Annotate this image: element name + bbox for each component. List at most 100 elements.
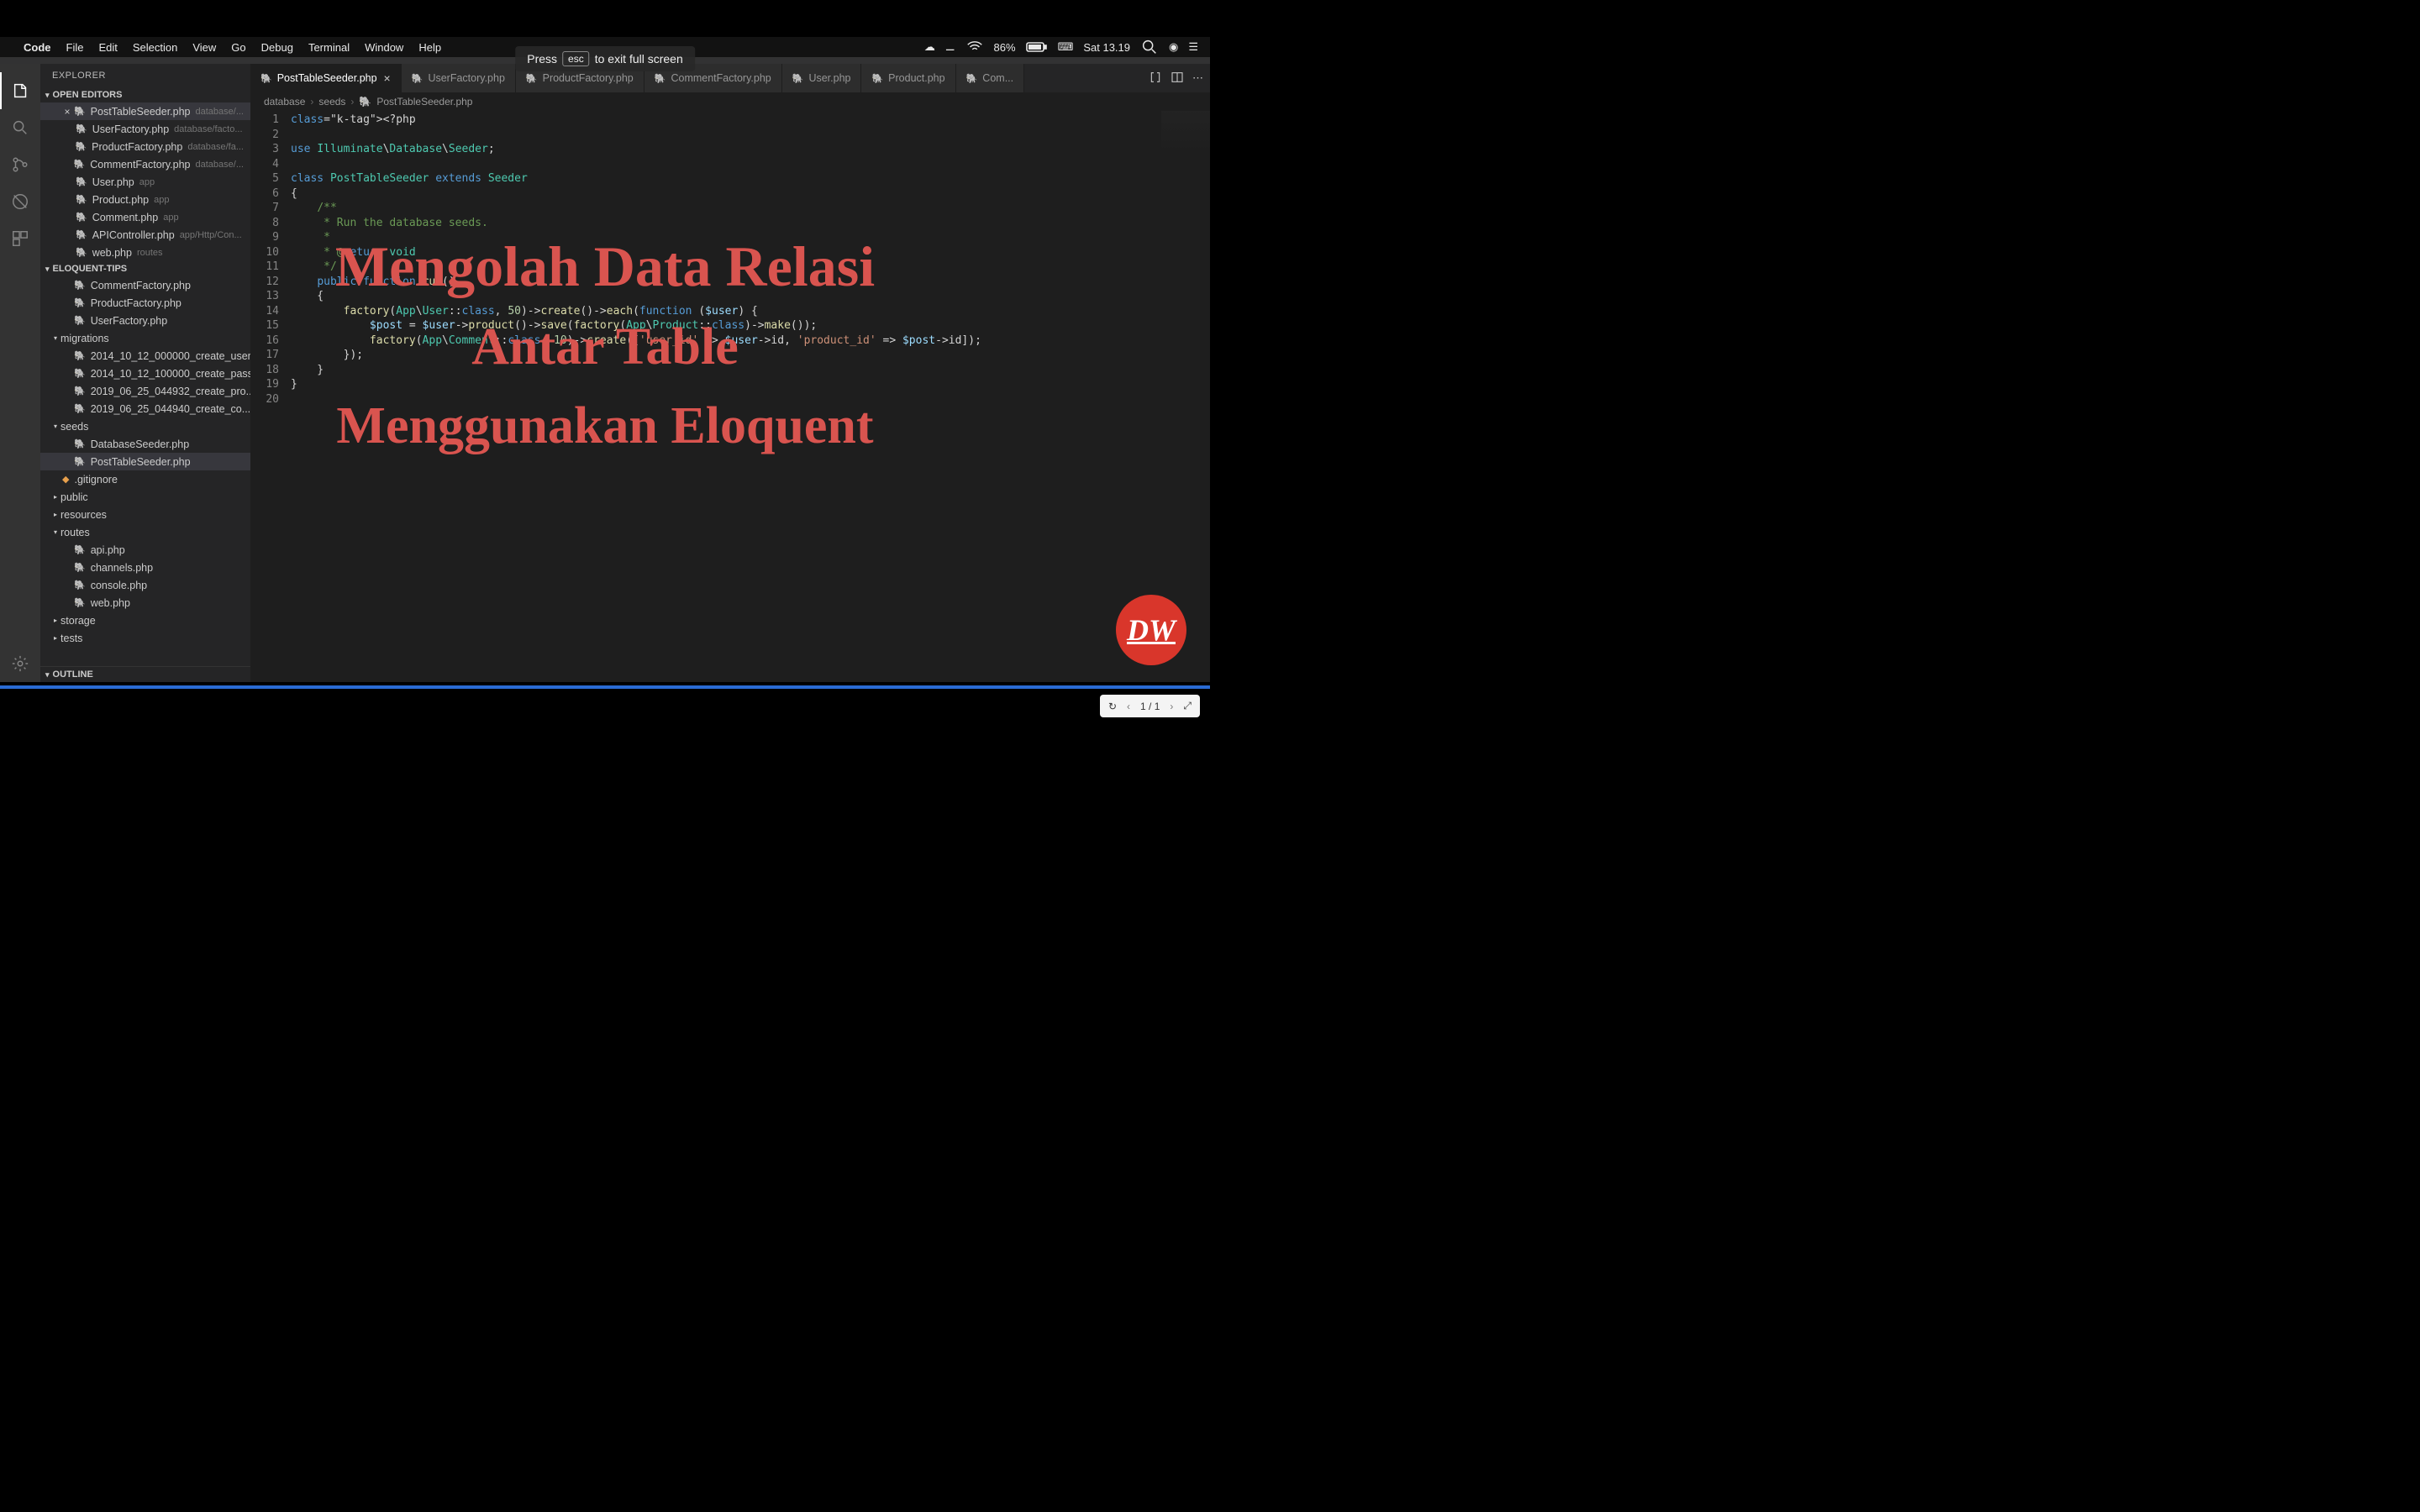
breadcrumb[interactable]: database› seeds› 🐘 PostTableSeeder.php (250, 92, 1210, 111)
crumb-2[interactable]: PostTableSeeder.php (376, 96, 472, 108)
explorer-sidebar: EXPLORER OPEN EDITORS ×🐘PostTableSeeder.… (40, 64, 250, 682)
menu-view[interactable]: View (192, 41, 216, 54)
watermark-badge: DW (1116, 595, 1186, 665)
activity-debug[interactable] (0, 183, 40, 220)
file-item[interactable]: ◆.gitignore (40, 470, 250, 488)
siri-icon[interactable]: ◉ (1169, 40, 1178, 54)
next-page-icon[interactable]: › (1170, 701, 1173, 712)
activity-explorer[interactable] (0, 72, 40, 109)
more-icon[interactable]: ⋯ (1192, 71, 1203, 85)
battery-icon (1026, 41, 1048, 53)
editor-tab[interactable]: 🐘User.php (782, 64, 862, 92)
file-item[interactable]: 🐘2014_10_12_000000_create_user... (40, 347, 250, 365)
open-editor-item[interactable]: 🐘User.phpapp (40, 173, 250, 191)
code-content[interactable]: class="k-tag"><?phpuse Illuminate\Databa… (291, 111, 1210, 682)
file-item[interactable]: 🐘2019_06_25_044932_create_pro... (40, 382, 250, 400)
activity-search[interactable] (0, 109, 40, 146)
file-item[interactable]: 🐘channels.php (40, 559, 250, 576)
folder-item[interactable]: resources (40, 506, 250, 523)
tab-label: CommentFactory.php (671, 72, 771, 84)
open-editor-item[interactable]: 🐘Product.phpapp (40, 191, 250, 208)
file-item[interactable]: 🐘api.php (40, 541, 250, 559)
close-tab-icon[interactable]: × (384, 71, 391, 85)
file-item[interactable]: 🐘web.php (40, 594, 250, 612)
split-editor-icon[interactable] (1171, 71, 1184, 87)
close-editor-icon[interactable]: × (62, 106, 72, 118)
fullscreen-icon[interactable]: ⤢ (1183, 700, 1192, 712)
wifi-icon[interactable] (965, 38, 984, 56)
tree-label: PostTableSeeder.php (91, 456, 191, 468)
app-name[interactable]: Code (24, 41, 51, 54)
editor-tab[interactable]: 🐘UserFactory.php (402, 64, 516, 92)
outline-header[interactable]: OUTLINE (40, 666, 250, 682)
file-item[interactable]: 🐘DatabaseSeeder.php (40, 435, 250, 453)
menu-help[interactable]: Help (418, 41, 441, 54)
open-editor-item[interactable]: 🐘CommentFactory.phpdatabase/... (40, 155, 250, 173)
vscode-window: EXPLORER OPEN EDITORS ×🐘PostTableSeeder.… (0, 57, 1210, 682)
menu-debug[interactable]: Debug (261, 41, 293, 54)
file-item[interactable]: 🐘UserFactory.php (40, 312, 250, 329)
file-item[interactable]: 🐘2014_10_12_100000_create_pass... (40, 365, 250, 382)
php-icon: 🐘 (76, 212, 87, 223)
menu-edit[interactable]: Edit (98, 41, 117, 54)
open-editor-item[interactable]: ×🐘PostTableSeeder.phpdatabase/... (40, 102, 250, 120)
open-editors-header[interactable]: OPEN EDITORS (40, 87, 250, 102)
file-item[interactable]: 🐘2019_06_25_044940_create_co... (40, 400, 250, 417)
open-editor-item[interactable]: 🐘APIController.phpapp/Http/Con... (40, 226, 250, 244)
tree-label: channels.php (91, 562, 153, 574)
editor-tab[interactable]: 🐘PostTableSeeder.php× (250, 64, 402, 92)
file-item[interactable]: 🐘CommentFactory.php (40, 276, 250, 294)
activity-settings[interactable] (0, 645, 40, 682)
file-item[interactable]: 🐘ProductFactory.php (40, 294, 250, 312)
menu-terminal[interactable]: Terminal (308, 41, 350, 54)
menu-file[interactable]: File (66, 41, 84, 54)
file-hint: database/facto... (174, 124, 242, 134)
spotlight-icon[interactable] (1140, 38, 1159, 56)
input-source-icon[interactable]: ⌨︎ (1058, 40, 1074, 54)
cloud-icon[interactable]: ☁︎ (924, 40, 935, 54)
php-icon: 🐘 (75, 141, 87, 152)
file-hint: app (154, 195, 169, 205)
menu-window[interactable]: Window (365, 41, 403, 54)
folder-item[interactable]: storage (40, 612, 250, 629)
editor-tab[interactable]: 🐘Product.php (861, 64, 955, 92)
bluetooth-icon[interactable]: ⚊ (945, 40, 955, 54)
crumb-1[interactable]: seeds (318, 96, 345, 108)
file-item[interactable]: 🐘console.php (40, 576, 250, 594)
tree-label: .gitignore (74, 474, 117, 486)
file-item[interactable]: 🐘PostTableSeeder.php (40, 453, 250, 470)
php-icon: 🐘 (74, 159, 86, 170)
activity-scm[interactable] (0, 146, 40, 183)
php-icon: 🐘 (76, 229, 87, 240)
menu-go[interactable]: Go (231, 41, 245, 54)
file-hint: app (139, 177, 155, 187)
file-name: web.php (92, 247, 132, 259)
activity-extensions[interactable] (0, 220, 40, 257)
folder-item[interactable]: public (40, 488, 250, 506)
menu-selection[interactable]: Selection (133, 41, 177, 54)
code-editor[interactable]: 1234567891011121314151617181920 class="k… (250, 111, 1210, 682)
clock[interactable]: Sat 13.19 (1083, 41, 1130, 54)
crumb-0[interactable]: database (264, 96, 305, 108)
open-editor-item[interactable]: 🐘Comment.phpapp (40, 208, 250, 226)
tab-label: ProductFactory.php (543, 72, 634, 84)
minimap[interactable] (1161, 111, 1210, 153)
folder-item[interactable]: seeds (40, 417, 250, 435)
prev-page-icon[interactable]: ‹ (1127, 701, 1130, 712)
line-gutter: 1234567891011121314151617181920 (250, 111, 291, 682)
rotate-icon[interactable]: ↻ (1108, 701, 1117, 712)
tab-label: UserFactory.php (428, 72, 504, 84)
folder-item[interactable]: migrations (40, 329, 250, 347)
open-editor-item[interactable]: 🐘UserFactory.phpdatabase/facto... (40, 120, 250, 138)
tree-label: 2019_06_25_044932_create_pro... (91, 386, 250, 397)
editor-tab[interactable]: 🐘Com... (956, 64, 1025, 92)
compare-icon[interactable] (1149, 71, 1162, 87)
folder-item[interactable]: routes (40, 523, 250, 541)
open-editor-item[interactable]: 🐘ProductFactory.phpdatabase/fa... (40, 138, 250, 155)
playback-timeline[interactable] (0, 685, 1210, 689)
control-center-icon[interactable]: ☰ (1188, 40, 1198, 54)
open-editor-item[interactable]: 🐘web.phproutes (40, 244, 250, 261)
tree-label: 2014_10_12_100000_create_pass... (91, 368, 250, 380)
folder-item[interactable]: tests (40, 629, 250, 647)
project-header[interactable]: ELOQUENT-TIPS (40, 261, 250, 276)
